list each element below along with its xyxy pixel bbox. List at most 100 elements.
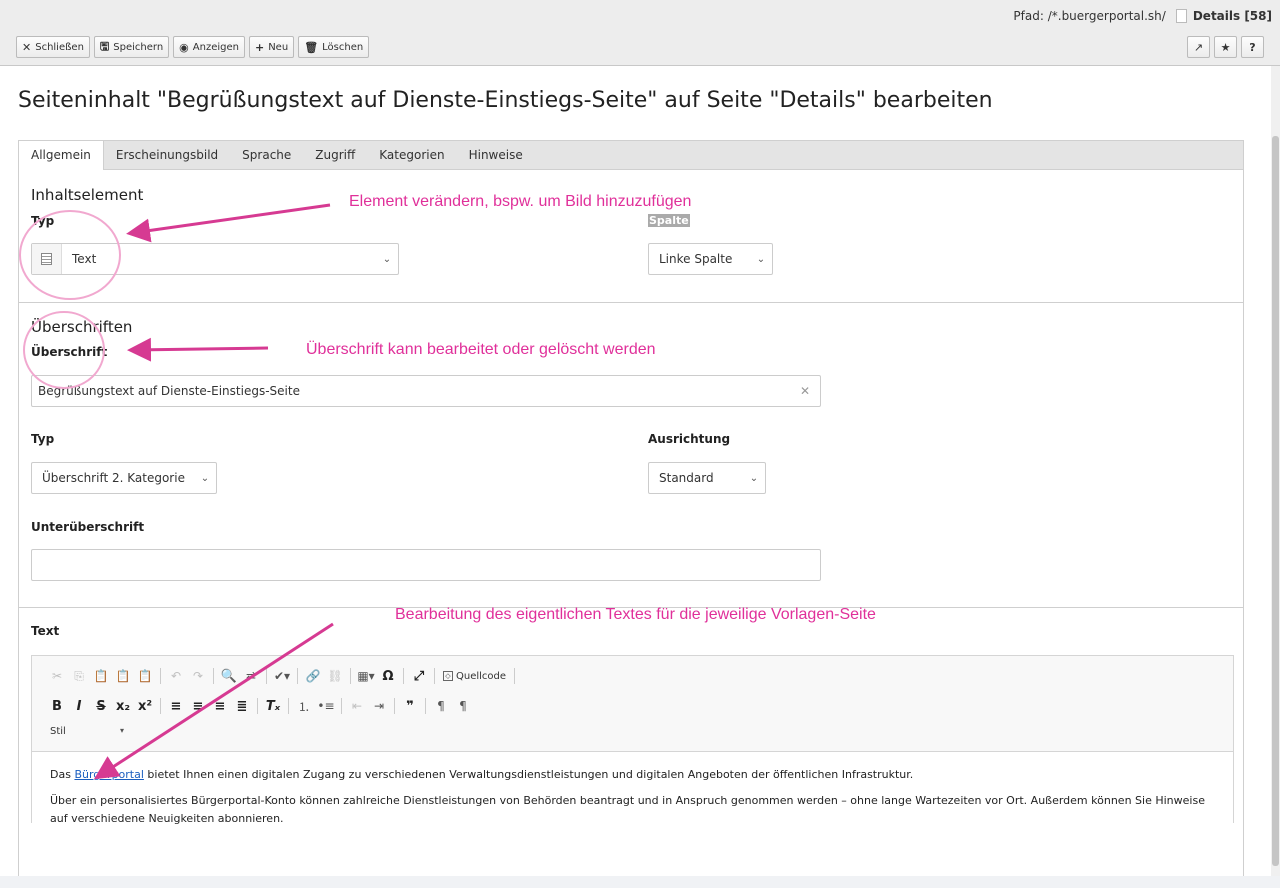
- strikethrough-icon[interactable]: S: [90, 695, 112, 717]
- new-button[interactable]: + Neu: [248, 36, 295, 58]
- alignment-label: Ausrichtung: [648, 432, 731, 446]
- superscript-icon[interactable]: x²: [134, 695, 156, 717]
- align-right-icon[interactable]: ≡: [209, 695, 231, 717]
- align-justify-icon[interactable]: ≣: [231, 695, 253, 717]
- redo-icon[interactable]: ↷: [187, 665, 209, 687]
- save-icon: 🖫: [99, 39, 110, 53]
- close-icon: ✕: [22, 40, 32, 54]
- ltr-icon[interactable]: ¶: [430, 695, 452, 717]
- tab-kategorien[interactable]: Kategorien: [367, 141, 456, 169]
- path-page[interactable]: Details [58]: [1193, 9, 1272, 23]
- help-icon: ?: [1249, 40, 1256, 54]
- blockquote-icon[interactable]: ❞: [399, 695, 421, 717]
- unlink-icon[interactable]: ⛓: [324, 665, 346, 687]
- special-char-icon[interactable]: Ω: [377, 665, 399, 687]
- bullet-list-icon[interactable]: •≡: [315, 695, 337, 717]
- rich-text-editor: ✂ ⎘ 📋 📋 📋 ↶ ↷ 🔍 ⇄ ✔▾ 🔗 ⛓ ▦▾ Ω ⤢ ◇ Quellc…: [31, 655, 1234, 825]
- undo-icon[interactable]: ↶: [165, 665, 187, 687]
- clear-icon[interactable]: ✕: [800, 384, 810, 398]
- source-code-button[interactable]: ◇ Quellcode: [439, 671, 510, 682]
- subheading-label: Unterüberschrift: [31, 520, 145, 534]
- alignment-select[interactable]: Standard ⌄: [648, 462, 766, 494]
- remove-format-icon[interactable]: Tₓ: [262, 695, 284, 717]
- star-icon: ★: [1220, 40, 1231, 54]
- copy-icon[interactable]: ⎘: [68, 665, 90, 687]
- bottom-edge: [0, 876, 1280, 888]
- subheading-input[interactable]: [31, 549, 821, 581]
- source-icon: ◇: [443, 671, 453, 681]
- tab-bar: Allgemein Erscheinungsbild Sprache Zugri…: [18, 140, 1244, 171]
- text-element-icon: [32, 244, 62, 274]
- cut-icon[interactable]: ✂: [46, 665, 68, 687]
- chevron-down-icon: ⌄: [749, 472, 759, 484]
- annotation-text: Bearbeitung des eigentlichen Textes für …: [395, 606, 876, 623]
- column-select[interactable]: Linke Spalte ⌄: [648, 243, 773, 275]
- link-icon[interactable]: 🔗: [302, 665, 324, 687]
- eye-icon: ◉: [179, 40, 189, 54]
- scrollbar[interactable]: [1271, 66, 1280, 888]
- save-button[interactable]: 🖫 Speichern: [93, 36, 170, 58]
- page-title: Seiteninhalt "Begrüßungstext auf Dienste…: [18, 88, 993, 113]
- spellcheck-icon[interactable]: ✔▾: [271, 665, 293, 687]
- open-external-button[interactable]: ↗: [1187, 36, 1210, 58]
- replace-icon[interactable]: ⇄: [240, 665, 262, 687]
- style-select[interactable]: Stil ▾: [50, 726, 130, 737]
- outdent-icon[interactable]: ⇤: [346, 695, 368, 717]
- plus-icon: +: [254, 40, 265, 54]
- heading-type-select[interactable]: Überschrift 2. Kategorie ⌄: [31, 462, 217, 494]
- editor-content[interactable]: Das Bürgerportal bietet Ihnen einen digi…: [32, 751, 1233, 825]
- numbered-list-icon[interactable]: ⒈: [293, 695, 315, 717]
- breadcrumb: Pfad: /*.buergerportal.sh/ Details [58]: [1013, 9, 1272, 23]
- content-type-select[interactable]: Text ⌄: [31, 243, 399, 275]
- view-button[interactable]: ◉ Anzeigen: [173, 36, 245, 58]
- help-button[interactable]: ?: [1241, 36, 1264, 58]
- heading-type-label: Typ: [31, 432, 55, 446]
- trash-icon: 🗑: [304, 40, 319, 54]
- tab-erscheinungsbild[interactable]: Erscheinungsbild: [104, 141, 230, 169]
- chevron-down-icon: ⌄: [382, 253, 392, 265]
- rtl-icon[interactable]: ¶: [452, 695, 474, 717]
- paste-icon[interactable]: 📋: [90, 665, 112, 687]
- column-label: Spalte: [648, 214, 690, 227]
- annotation-heading: Überschrift kann bearbeitet oder gelösch…: [306, 341, 656, 358]
- paste-text-icon[interactable]: 📋: [112, 665, 134, 687]
- text-label: Text: [31, 624, 60, 638]
- chevron-down-icon: ⌄: [756, 253, 766, 265]
- align-center-icon[interactable]: ≡: [187, 695, 209, 717]
- form-panel: Inhaltselement Typ Text ⌄ Spalte Linke S…: [18, 170, 1244, 888]
- tab-hinweise[interactable]: Hinweise: [457, 141, 535, 169]
- scroll-thumb[interactable]: [1272, 136, 1279, 866]
- bold-icon[interactable]: B: [46, 695, 68, 717]
- tab-zugriff[interactable]: Zugriff: [303, 141, 367, 169]
- divider: [19, 302, 1243, 303]
- paragraph-2: Über ein personalisiertes Bürgerportal-K…: [50, 794, 1205, 825]
- paste-word-icon[interactable]: 📋: [134, 665, 156, 687]
- bookmark-button[interactable]: ★: [1214, 36, 1237, 58]
- tab-allgemein[interactable]: Allgemein: [18, 141, 104, 171]
- type-label: Typ: [31, 214, 55, 228]
- path-prefix: Pfad: /*.buergerportal.sh/: [1013, 9, 1166, 23]
- editor-toolbar-row-1: ✂ ⎘ 📋 📋 📋 ↶ ↷ 🔍 ⇄ ✔▾ 🔗 ⛓ ▦▾ Ω ⤢ ◇ Quellc…: [46, 664, 519, 688]
- align-left-icon[interactable]: ≡: [165, 695, 187, 717]
- chevron-down-icon: ▾: [120, 726, 125, 735]
- paragraph-1: Das Bürgerportal bietet Ihnen einen digi…: [50, 768, 914, 781]
- delete-button[interactable]: 🗑 Löschen: [298, 36, 370, 58]
- italic-icon[interactable]: I: [68, 695, 90, 717]
- external-link-icon: ↗: [1193, 40, 1204, 54]
- subscript-icon[interactable]: x₂: [112, 695, 134, 717]
- section-title-content-element: Inhaltselement: [31, 186, 144, 204]
- section-title-headings: Überschriften: [31, 318, 133, 336]
- indent-icon[interactable]: ⇥: [368, 695, 390, 717]
- editor-toolbar-row-2: B I S x₂ x² ≡ ≡ ≡ ≣ Tₓ ⒈ •≡ ⇤ ⇥ ❞ ¶ ¶: [46, 694, 474, 718]
- tab-sprache[interactable]: Sprache: [230, 141, 303, 169]
- annotation-element: Element verändern, bspw. um Bild hinzuzu…: [349, 193, 692, 210]
- portal-link[interactable]: Bürgerportal: [74, 768, 143, 781]
- page-icon: [1175, 9, 1187, 23]
- close-button[interactable]: ✕ Schließen: [16, 36, 90, 58]
- top-toolbar: Pfad: /*.buergerportal.sh/ Details [58] …: [0, 0, 1280, 66]
- maximize-icon[interactable]: ⤢: [408, 665, 430, 687]
- heading-input[interactable]: Begrüßungstext auf Dienste-Einstiegs-Sei…: [31, 375, 821, 407]
- table-icon[interactable]: ▦▾: [355, 665, 377, 687]
- find-icon[interactable]: 🔍: [218, 665, 240, 687]
- heading-label: Überschrift: [31, 345, 108, 359]
